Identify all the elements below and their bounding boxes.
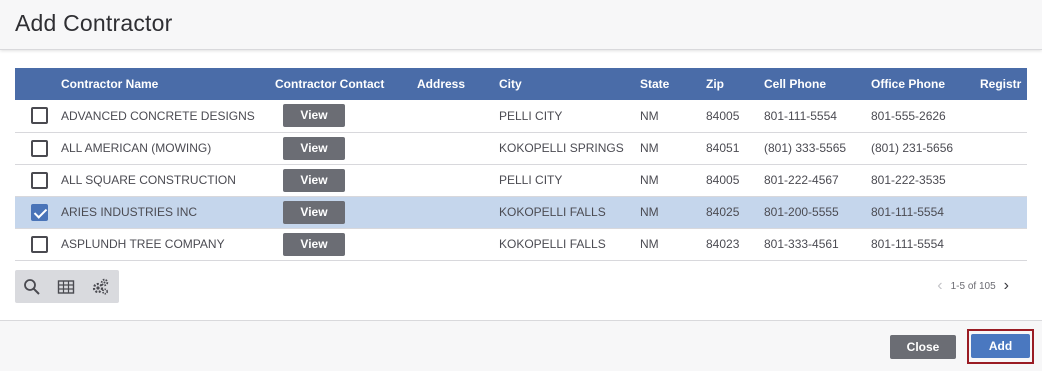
cell-zip: 84005 xyxy=(706,108,740,123)
dialog-title: Add Contractor xyxy=(15,10,173,36)
grid-toolbar xyxy=(15,270,119,303)
cell-cell-phone: 801-333-4561 xyxy=(764,237,839,251)
dialog-header: Add Contractor xyxy=(0,0,1042,50)
table-row[interactable]: ASPLUNDH TREE COMPANY View KOKOPELLI FAL… xyxy=(15,228,1027,260)
column-header-cell-phone[interactable]: Cell Phone xyxy=(764,68,871,100)
cell-address xyxy=(417,164,499,196)
cell-zip: 84025 xyxy=(706,205,740,219)
row-checkbox[interactable] xyxy=(31,235,48,253)
close-button[interactable]: Close xyxy=(890,335,956,359)
column-header-contractor-contact[interactable]: Contractor Contact xyxy=(275,68,417,100)
cell-registration xyxy=(980,164,1027,196)
cell-cell-phone: 801-200-5555 xyxy=(764,205,839,219)
cell-state: NM xyxy=(640,173,659,187)
prev-page-icon[interactable]: ‹ xyxy=(937,278,942,294)
view-contact-button[interactable]: View xyxy=(283,104,345,128)
row-checkbox[interactable] xyxy=(31,171,48,189)
cell-address xyxy=(417,196,499,228)
row-checkbox[interactable] xyxy=(31,107,48,125)
dialog-footer: Close Add xyxy=(0,320,1042,371)
table-row[interactable]: ALL AMERICAN (MOWING) View KOKOPELLI SPR… xyxy=(15,132,1027,164)
page-range-text: 1-5 of 105 xyxy=(950,280,996,292)
cell-address xyxy=(417,228,499,260)
column-header-contractor-name[interactable]: Contractor Name xyxy=(61,68,275,100)
search-icon xyxy=(24,278,40,295)
cell-contractor-name: ASPLUNDH TREE COMPANY xyxy=(61,237,225,251)
search-button[interactable] xyxy=(15,270,49,303)
cell-registration xyxy=(980,100,1027,132)
cell-zip: 84005 xyxy=(706,173,740,187)
cell-city: KOKOPELLI FALLS xyxy=(499,205,606,219)
cell-registration xyxy=(980,196,1027,228)
column-header-address[interactable]: Address xyxy=(417,68,499,100)
cell-cell-phone: 801-111-5554 xyxy=(764,108,837,123)
cell-contractor-name: ALL AMERICAN (MOWING) xyxy=(61,141,212,155)
row-checkbox-checked[interactable] xyxy=(31,203,48,221)
view-contact-button[interactable]: View xyxy=(283,136,345,160)
table-icon xyxy=(57,279,75,294)
cell-state: NM xyxy=(640,141,659,155)
add-contractor-dialog: Add Contractor Contractor Name Contracto… xyxy=(0,0,1042,371)
pagination: ‹ 1-5 of 105 › xyxy=(929,278,1017,294)
table-row[interactable]: ADVANCED CONCRETE DESIGNS View PELLI CIT… xyxy=(15,100,1027,132)
cell-registration xyxy=(980,132,1027,164)
cell-registration xyxy=(980,228,1027,260)
column-header-state[interactable]: State xyxy=(640,68,706,100)
cell-city: KOKOPELLI FALLS xyxy=(499,237,606,251)
view-contact-button[interactable]: View xyxy=(283,200,345,224)
table-row[interactable]: ALL SQUARE CONSTRUCTION View PELLI CITY … xyxy=(15,164,1027,196)
cell-zip: 84051 xyxy=(706,141,740,155)
cell-zip: 84023 xyxy=(706,237,740,251)
column-header-zip[interactable]: Zip xyxy=(706,68,764,100)
cell-office-phone: 801-555-2626 xyxy=(871,108,946,123)
next-page-icon[interactable]: › xyxy=(1004,278,1009,294)
cell-city: PELLI CITY xyxy=(499,108,563,123)
cell-office-phone: 801-222-3535 xyxy=(871,173,946,187)
cell-city: KOKOPELLI SPRINGS xyxy=(499,141,624,155)
cell-state: NM xyxy=(640,237,659,251)
cell-office-phone: 801-111-5554 xyxy=(871,237,944,251)
add-button[interactable]: Add xyxy=(971,334,1030,358)
columns-button[interactable] xyxy=(49,270,83,303)
cell-contractor-name: ALL SQUARE CONSTRUCTION xyxy=(61,173,236,187)
contractor-table: Contractor Name Contractor Contact Addre… xyxy=(15,68,1027,261)
cell-city: PELLI CITY xyxy=(499,173,563,187)
column-header-registration[interactable]: Registr xyxy=(980,68,1027,100)
column-header-office-phone[interactable]: Office Phone xyxy=(871,68,980,100)
cell-cell-phone: (801) 333-5565 xyxy=(764,141,847,155)
cell-office-phone: 801-111-5554 xyxy=(871,205,944,219)
cell-address xyxy=(417,132,499,164)
contractor-grid: Contractor Name Contractor Contact Addre… xyxy=(15,68,1027,261)
view-contact-button[interactable]: View xyxy=(283,232,345,256)
cell-address xyxy=(417,100,499,132)
settings-button[interactable] xyxy=(83,270,117,303)
cell-office-phone: (801) 231-5656 xyxy=(871,141,954,155)
view-contact-button[interactable]: View xyxy=(283,168,345,192)
row-checkbox[interactable] xyxy=(31,139,48,157)
column-header-city[interactable]: City xyxy=(499,68,640,100)
cell-contractor-name: ADVANCED CONCRETE DESIGNS xyxy=(61,108,255,123)
cell-cell-phone: 801-222-4567 xyxy=(764,173,839,187)
column-header-select xyxy=(15,68,61,100)
cell-state: NM xyxy=(640,108,659,123)
table-row-selected[interactable]: ARIES INDUSTRIES INC View KOKOPELLI FALL… xyxy=(15,196,1027,228)
cell-state: NM xyxy=(640,205,659,219)
settings-gears-icon xyxy=(92,278,109,295)
table-header-row: Contractor Name Contractor Contact Addre… xyxy=(15,68,1027,100)
cell-contractor-name: ARIES INDUSTRIES INC xyxy=(61,205,198,219)
